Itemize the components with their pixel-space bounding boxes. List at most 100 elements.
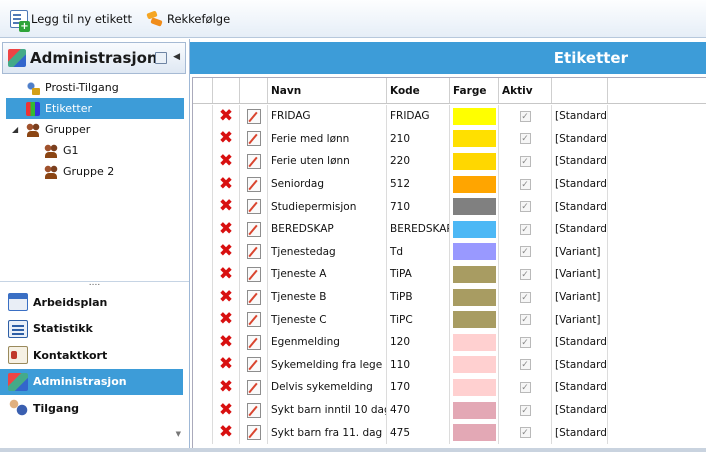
delete-icon[interactable]: ✖ xyxy=(219,265,233,283)
row-selector[interactable] xyxy=(193,331,213,354)
color-swatch[interactable] xyxy=(453,333,496,351)
active-checkbox[interactable]: ✓ xyxy=(519,359,531,371)
table-row[interactable]: ✖ Sykt barn fra 11. dag 475 ✓ [Standard] xyxy=(193,421,706,444)
edit-icon[interactable] xyxy=(246,425,261,441)
row-selector[interactable] xyxy=(193,285,213,309)
table-row[interactable]: ✖ Tjenestedag Td ✓ [Variant] xyxy=(193,240,706,264)
delete-icon[interactable]: ✖ xyxy=(219,130,233,147)
table-row[interactable]: ✖ Studiepermisjon 710 ✓ [Standard] xyxy=(193,195,706,218)
table-row[interactable]: ✖ Tjeneste A TiPA ✓ [Variant] xyxy=(193,263,706,286)
delete-icon[interactable]: ✖ xyxy=(219,378,233,396)
edit-icon[interactable] xyxy=(246,266,261,282)
edit-icon[interactable] xyxy=(246,221,261,237)
delete-icon[interactable]: ✖ xyxy=(219,107,233,125)
edit-icon[interactable] xyxy=(246,176,261,192)
active-checkbox[interactable]: ✓ xyxy=(519,336,531,348)
active-checkbox[interactable]: ✓ xyxy=(519,155,531,167)
color-swatch[interactable] xyxy=(453,401,496,419)
delete-icon[interactable]: ✖ xyxy=(219,401,233,419)
table-row[interactable]: ✖ Delvis sykemelding 170 ✓ [Standard] xyxy=(193,376,706,399)
table-row[interactable]: ✖ Egenmelding 120 ✓ [Standard] xyxy=(193,331,706,354)
edit-icon[interactable] xyxy=(246,199,261,215)
row-selector[interactable] xyxy=(193,150,213,173)
tree-item-gruppe-2[interactable]: Gruppe 2 xyxy=(6,161,184,182)
active-checkbox[interactable]: ✓ xyxy=(519,291,531,303)
delete-icon[interactable]: ✖ xyxy=(219,152,233,170)
expander-icon[interactable]: ◢ xyxy=(12,125,18,134)
color-swatch[interactable] xyxy=(453,378,496,396)
table-row[interactable]: ✖ Ferie med lønn 210 ✓ [Standard] xyxy=(193,127,706,151)
nav-item-statistikk[interactable]: Statistikk xyxy=(0,316,189,343)
active-checkbox[interactable]: ✓ xyxy=(519,201,531,213)
active-checkbox[interactable]: ✓ xyxy=(519,314,531,326)
color-swatch[interactable] xyxy=(453,356,496,374)
color-swatch[interactable] xyxy=(453,265,496,283)
row-selector[interactable] xyxy=(193,218,213,241)
table-row[interactable]: ✖ Sykemelding fra lege 110 ✓ [Standard] xyxy=(193,353,706,377)
active-checkbox[interactable]: ✓ xyxy=(519,268,531,280)
row-selector[interactable] xyxy=(193,263,213,286)
row-selector[interactable] xyxy=(193,172,213,196)
column-header-color[interactable]: Farge xyxy=(450,78,499,103)
color-swatch[interactable] xyxy=(453,220,496,238)
nav-item-administrasjon[interactable]: Administrasjon xyxy=(0,368,183,395)
tree-item-prosti-tilgang[interactable]: Prosti-Tilgang xyxy=(6,77,184,98)
table-row[interactable]: ✖ BEREDSKAP BEREDSKAP ✓ [Standard] xyxy=(193,218,706,241)
edit-icon[interactable] xyxy=(246,312,261,328)
nav-item-kontaktkort[interactable]: Kontaktkort xyxy=(0,342,189,369)
delete-icon[interactable]: ✖ xyxy=(219,311,233,328)
row-selector[interactable] xyxy=(193,376,213,399)
edit-icon[interactable] xyxy=(246,334,261,350)
delete-icon[interactable]: ✖ xyxy=(219,333,233,351)
active-checkbox[interactable]: ✓ xyxy=(519,133,531,145)
tree-item-grupper[interactable]: ◢ Grupper xyxy=(6,119,184,140)
color-swatch[interactable] xyxy=(453,198,496,216)
order-button[interactable]: Rekkefølge xyxy=(144,7,232,31)
active-checkbox[interactable]: ✓ xyxy=(519,223,531,235)
delete-icon[interactable]: ✖ xyxy=(219,424,233,441)
edit-icon[interactable] xyxy=(246,108,261,124)
row-selector[interactable] xyxy=(193,398,213,422)
column-header-name[interactable]: Navn xyxy=(268,78,387,103)
table-row[interactable]: ✖ Seniordag 512 ✓ [Standard] xyxy=(193,172,706,196)
edit-icon[interactable] xyxy=(246,244,261,260)
active-checkbox[interactable]: ✓ xyxy=(519,178,531,190)
color-swatch[interactable] xyxy=(453,424,496,442)
row-selector[interactable] xyxy=(193,195,213,218)
edit-icon[interactable] xyxy=(246,402,261,418)
active-checkbox[interactable]: ✓ xyxy=(519,381,531,393)
table-row[interactable]: ✖ Sykt barn inntil 10 dager470 ✓ [Standard] xyxy=(193,398,706,422)
row-selector[interactable] xyxy=(193,240,213,264)
row-selector[interactable] xyxy=(193,127,213,151)
pin-icon[interactable] xyxy=(155,52,167,64)
delete-icon[interactable]: ✖ xyxy=(219,356,233,373)
edit-icon[interactable] xyxy=(246,289,261,305)
splitter-grip[interactable]: .... xyxy=(89,278,100,288)
edit-icon[interactable] xyxy=(246,357,261,373)
table-row[interactable]: ✖ Tjeneste C TiPC ✓ [Variant] xyxy=(193,308,706,331)
row-selector[interactable] xyxy=(193,421,213,444)
color-swatch[interactable] xyxy=(453,130,496,148)
color-swatch[interactable] xyxy=(453,288,496,306)
edit-icon[interactable] xyxy=(246,379,261,395)
delete-icon[interactable]: ✖ xyxy=(219,198,233,215)
color-swatch[interactable] xyxy=(453,311,496,329)
table-row[interactable]: ✖ Tjeneste B TiPB ✓ [Variant] xyxy=(193,285,706,309)
color-swatch[interactable] xyxy=(453,175,496,193)
tree-item-etiketter[interactable]: Etiketter xyxy=(6,98,184,119)
delete-icon[interactable]: ✖ xyxy=(219,243,233,260)
chevron-down-icon[interactable]: ▼ xyxy=(176,430,181,438)
nav-item-tilgang[interactable]: Tilgang xyxy=(0,395,189,422)
delete-icon[interactable]: ✖ xyxy=(219,220,233,238)
active-checkbox[interactable]: ✓ xyxy=(519,246,531,258)
delete-icon[interactable]: ✖ xyxy=(219,288,233,306)
color-swatch[interactable] xyxy=(453,243,496,261)
column-header-code[interactable]: Kode xyxy=(387,78,450,103)
table-row[interactable]: ✖ Ferie uten lønn 220 ✓ [Standard] xyxy=(193,150,706,173)
active-checkbox[interactable]: ✓ xyxy=(519,404,531,416)
color-swatch[interactable] xyxy=(453,152,496,170)
nav-item-arbeidsplan[interactable]: Arbeidsplan xyxy=(0,289,189,316)
edit-icon[interactable] xyxy=(246,153,261,169)
row-selector[interactable] xyxy=(193,308,213,331)
column-header-active[interactable]: Aktiv xyxy=(499,78,552,103)
